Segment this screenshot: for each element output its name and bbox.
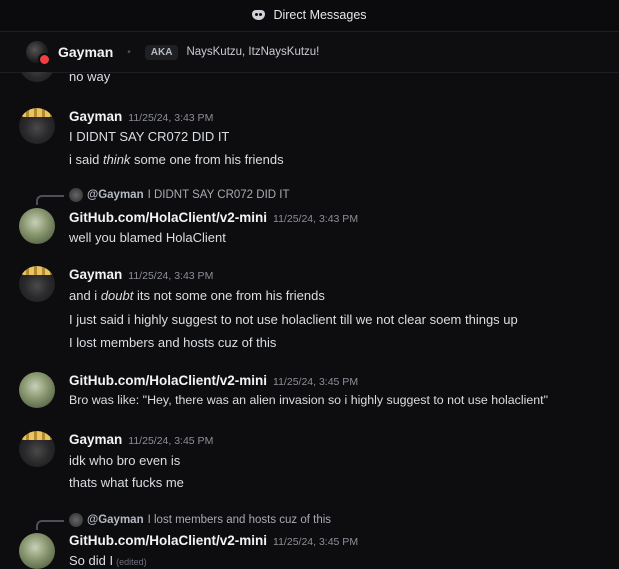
dm-header: Gayman • AKA NaysKutzu, ItzNaysKutzu! <box>0 31 619 73</box>
message-timestamp: 11/25/24, 3:43 PM <box>273 213 359 225</box>
aka-names: NaysKutzu, ItzNaysKutzu! <box>186 46 320 58</box>
message-text: i said think some one from his friends <box>69 152 284 167</box>
message-text: So did I (edited) <box>69 553 147 568</box>
message-list[interactable]: no way Gayman 11/25/24, 3:43 PM I DIDNT S… <box>0 72 619 569</box>
message-timestamp: 11/25/24, 3:43 PM <box>128 112 214 124</box>
message-text: Bro was like: "Hey, there was an alien i… <box>69 393 548 407</box>
message-text: well you blamed HolaClient <box>69 230 226 245</box>
reply-mention: @Gayman <box>87 189 144 201</box>
crown-decoration-icon <box>21 108 53 117</box>
message-timestamp: 11/25/24, 3:45 PM <box>273 536 359 548</box>
reply-mention: @Gayman <box>87 514 144 526</box>
avatar[interactable] <box>19 431 55 467</box>
reply-preview[interactable]: @Gayman I lost members and hosts cuz of … <box>69 513 331 527</box>
message-text: thats what fucks me <box>69 475 184 490</box>
reply-preview[interactable]: @Gayman I DIDNT SAY CR072 DID IT <box>69 188 289 202</box>
reply-text: I lost members and hosts cuz of this <box>147 514 332 526</box>
avatar[interactable] <box>19 108 55 144</box>
avatar[interactable] <box>19 533 55 569</box>
window-title: Direct Messages <box>273 8 367 22</box>
message-text: I DIDNT SAY CR072 DID IT <box>69 129 230 144</box>
message-text: I just said i highly suggest to not use … <box>69 312 518 327</box>
avatar[interactable] <box>19 266 55 302</box>
avatar[interactable] <box>19 72 55 82</box>
aka-badge: AKA <box>144 44 179 60</box>
message-author[interactable]: Gayman 11/25/24, 3:45 PM <box>69 432 213 447</box>
avatar[interactable] <box>19 372 55 408</box>
message-author[interactable]: Gayman 11/25/24, 3:43 PM <box>69 109 213 124</box>
message-author[interactable]: GitHub.com/HolaClient/v2-mini 11/25/24, 3… <box>69 373 358 388</box>
message-timestamp: 11/25/24, 3:43 PM <box>128 270 214 282</box>
dnd-status-icon <box>38 53 51 66</box>
message-text: no way <box>69 72 111 84</box>
message-author[interactable]: GitHub.com/HolaClient/v2-mini 11/25/24, 3… <box>69 533 358 548</box>
avatar[interactable] <box>19 208 55 244</box>
dot-separator: • <box>127 46 131 58</box>
dm-username[interactable]: Gayman <box>58 44 113 60</box>
crown-decoration-icon <box>21 266 53 275</box>
edited-label: (edited) <box>116 557 147 567</box>
message-timestamp: 11/25/24, 3:45 PM <box>128 435 214 447</box>
message-author[interactable]: GitHub.com/HolaClient/v2-mini 11/25/24, 3… <box>69 210 358 225</box>
message-text: and i doubt its not some one from his fr… <box>69 288 325 303</box>
message-text: I lost members and hosts cuz of this <box>69 335 277 350</box>
discord-icon <box>252 10 266 20</box>
message-timestamp: 11/25/24, 3:45 PM <box>273 376 359 388</box>
avatar <box>69 188 83 202</box>
message-text: idk who bro even is <box>69 453 181 468</box>
message-author[interactable]: Gayman 11/25/24, 3:43 PM <box>69 267 213 282</box>
reply-spine <box>36 195 64 205</box>
crown-decoration-icon <box>21 431 53 440</box>
reply-text: I DIDNT SAY CR072 DID IT <box>147 189 290 201</box>
window-titlebar: Direct Messages <box>0 0 619 30</box>
avatar <box>69 513 83 527</box>
reply-spine <box>36 520 64 530</box>
avatar[interactable] <box>26 41 51 66</box>
